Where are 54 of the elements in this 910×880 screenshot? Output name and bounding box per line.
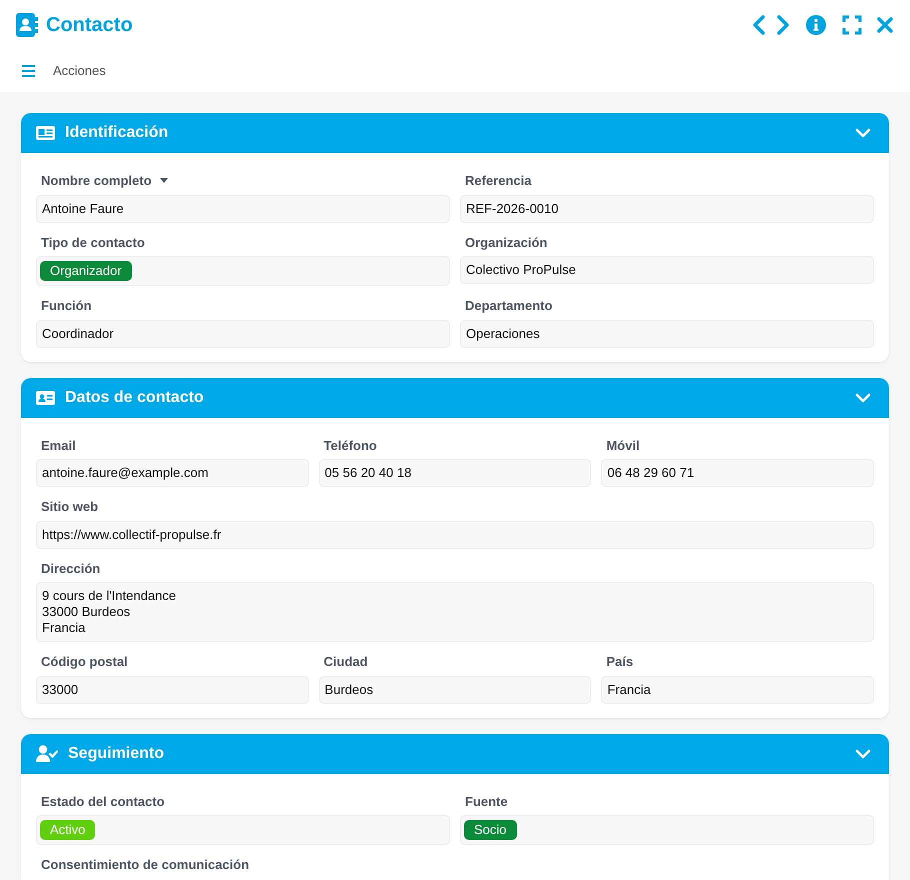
input-field[interactable]: Antoine Faure: [36, 194, 450, 222]
field-label: Email: [41, 436, 76, 454]
input-field[interactable]: 05 56 20 40 18: [318, 459, 592, 487]
field-label: Función: [41, 297, 92, 315]
field-label: Fuente: [465, 792, 508, 810]
user-check-icon: [36, 745, 58, 762]
section-title: Datos de contacto: [65, 388, 205, 408]
input-field[interactable]: Colectivo ProPulse: [460, 256, 874, 284]
window-title: Contacto: [46, 13, 133, 38]
menu-icon[interactable]: [22, 65, 35, 77]
next-icon[interactable]: [776, 15, 790, 35]
field-label: Dirección: [41, 560, 100, 578]
dropdown-caret-icon[interactable]: [160, 178, 168, 184]
input-field[interactable]: Francia: [601, 676, 874, 704]
field-label: Referencia: [465, 172, 532, 190]
previous-icon[interactable]: [752, 15, 766, 35]
tag: Activo: [40, 820, 96, 840]
close-icon[interactable]: [876, 16, 894, 34]
tag-field[interactable]: Socio: [460, 815, 874, 845]
info-icon[interactable]: [806, 15, 826, 35]
field-label: Código postal: [41, 653, 128, 671]
tag: Organizador: [40, 261, 132, 281]
chevron-icon: [855, 390, 871, 404]
input-field[interactable]: 33000: [36, 676, 309, 704]
field-label: Departamento: [465, 297, 552, 315]
section-title: Identificación: [65, 123, 170, 143]
input-field[interactable]: Burdeos: [318, 676, 592, 704]
contact-book-icon: [16, 13, 38, 37]
field-label: País: [606, 653, 634, 671]
chevron-icon: [855, 126, 871, 140]
input-field[interactable]: https://www.collectif-propulse.fr: [36, 520, 874, 548]
field-label: Teléfono: [324, 436, 377, 454]
field-label: Estado del contacto: [41, 792, 165, 810]
field-label: Móvil: [606, 436, 640, 454]
field-label: Organización: [465, 234, 548, 252]
section-title: Seguimiento: [68, 744, 166, 764]
actions-menu[interactable]: Acciones: [53, 61, 106, 81]
fullscreen-icon[interactable]: [842, 15, 862, 35]
field-label: Consentimiento de comunicación: [41, 856, 250, 874]
field-label: Ciudad: [324, 653, 368, 671]
field-label: Sitio web: [41, 498, 98, 516]
input-field[interactable]: Coordinador: [36, 320, 450, 348]
id-card-icon: [36, 126, 55, 140]
field-label: Nombre completo: [41, 172, 152, 190]
tag-field[interactable]: Organizador: [36, 256, 450, 286]
input-field[interactable]: REF-2026-0010: [460, 194, 874, 222]
field-label: Tipo de contacto: [41, 234, 145, 252]
chevron-icon: [855, 746, 871, 760]
address-card-icon: [36, 390, 55, 404]
input-field[interactable]: antoine.faure@example.com: [36, 459, 309, 487]
input-field[interactable]: Operaciones: [460, 320, 874, 348]
tag: Socio: [464, 820, 517, 840]
input-field[interactable]: 06 48 29 60 71: [601, 459, 874, 487]
textarea-field[interactable]: 9 cours de l'Intendance 33000 Burdeos Francia: [36, 582, 874, 642]
